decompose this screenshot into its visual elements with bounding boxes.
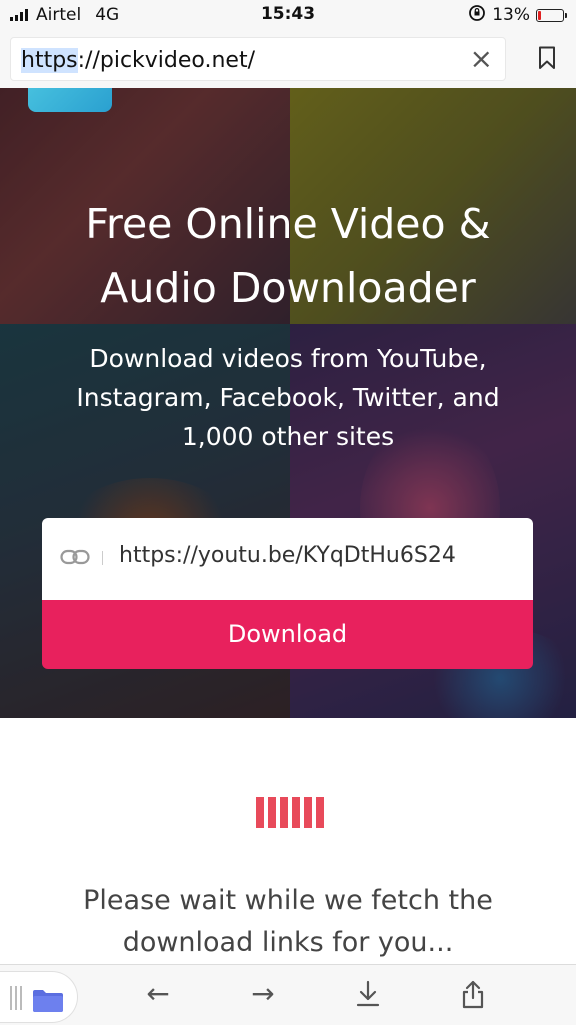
hero-section: Free Online Video & Audio Downloader Dow… <box>0 88 576 718</box>
forward-button[interactable]: → <box>248 979 278 1009</box>
address-text: ://pickvideo.net/ <box>77 48 255 73</box>
address-bar[interactable]: https://pickvideo.net/ × <box>10 37 506 81</box>
battery-percent: 13% <box>492 5 530 25</box>
clear-address-icon[interactable]: × <box>470 44 493 74</box>
title-line-1: Free Online Video & <box>85 200 491 248</box>
share-icon[interactable] <box>458 979 488 1009</box>
address-selected-text: https <box>21 48 78 73</box>
battery-icon <box>536 8 567 22</box>
loading-spinner <box>256 797 324 828</box>
back-arrow-icon: ← <box>146 977 170 1010</box>
files-button[interactable] <box>0 971 78 1023</box>
page-subtitle: Download videos from YouTube, Instagram,… <box>76 344 500 451</box>
status-bar: Airtel 4G 15:43 13% <box>0 0 576 30</box>
title-line-2: Audio Downloader <box>100 264 476 312</box>
video-url-value: https://youtu.be/KYqDtHu6S24 <box>119 543 456 568</box>
site-logo[interactable] <box>28 88 112 112</box>
browser-toolbar: ← → <box>0 964 576 1025</box>
forward-arrow-icon: → <box>251 977 275 1010</box>
video-url-input[interactable]: https://youtu.be/KYqDtHu6S24 <box>42 518 533 600</box>
link-icon <box>60 549 90 565</box>
back-button[interactable]: ← <box>143 979 173 1009</box>
download-button[interactable]: Download <box>42 600 533 669</box>
drag-handle-icon[interactable] <box>10 986 22 1010</box>
browser-address-row: https://pickvideo.net/ × <box>0 30 576 88</box>
loading-message: Please wait while we fetch the download … <box>83 885 493 958</box>
folder-icon <box>33 990 63 1012</box>
rotation-lock-icon <box>468 4 486 26</box>
bookmark-icon[interactable] <box>538 46 556 70</box>
page-title: Free Online Video & Audio Downloader <box>0 192 576 320</box>
download-icon[interactable] <box>353 979 383 1009</box>
